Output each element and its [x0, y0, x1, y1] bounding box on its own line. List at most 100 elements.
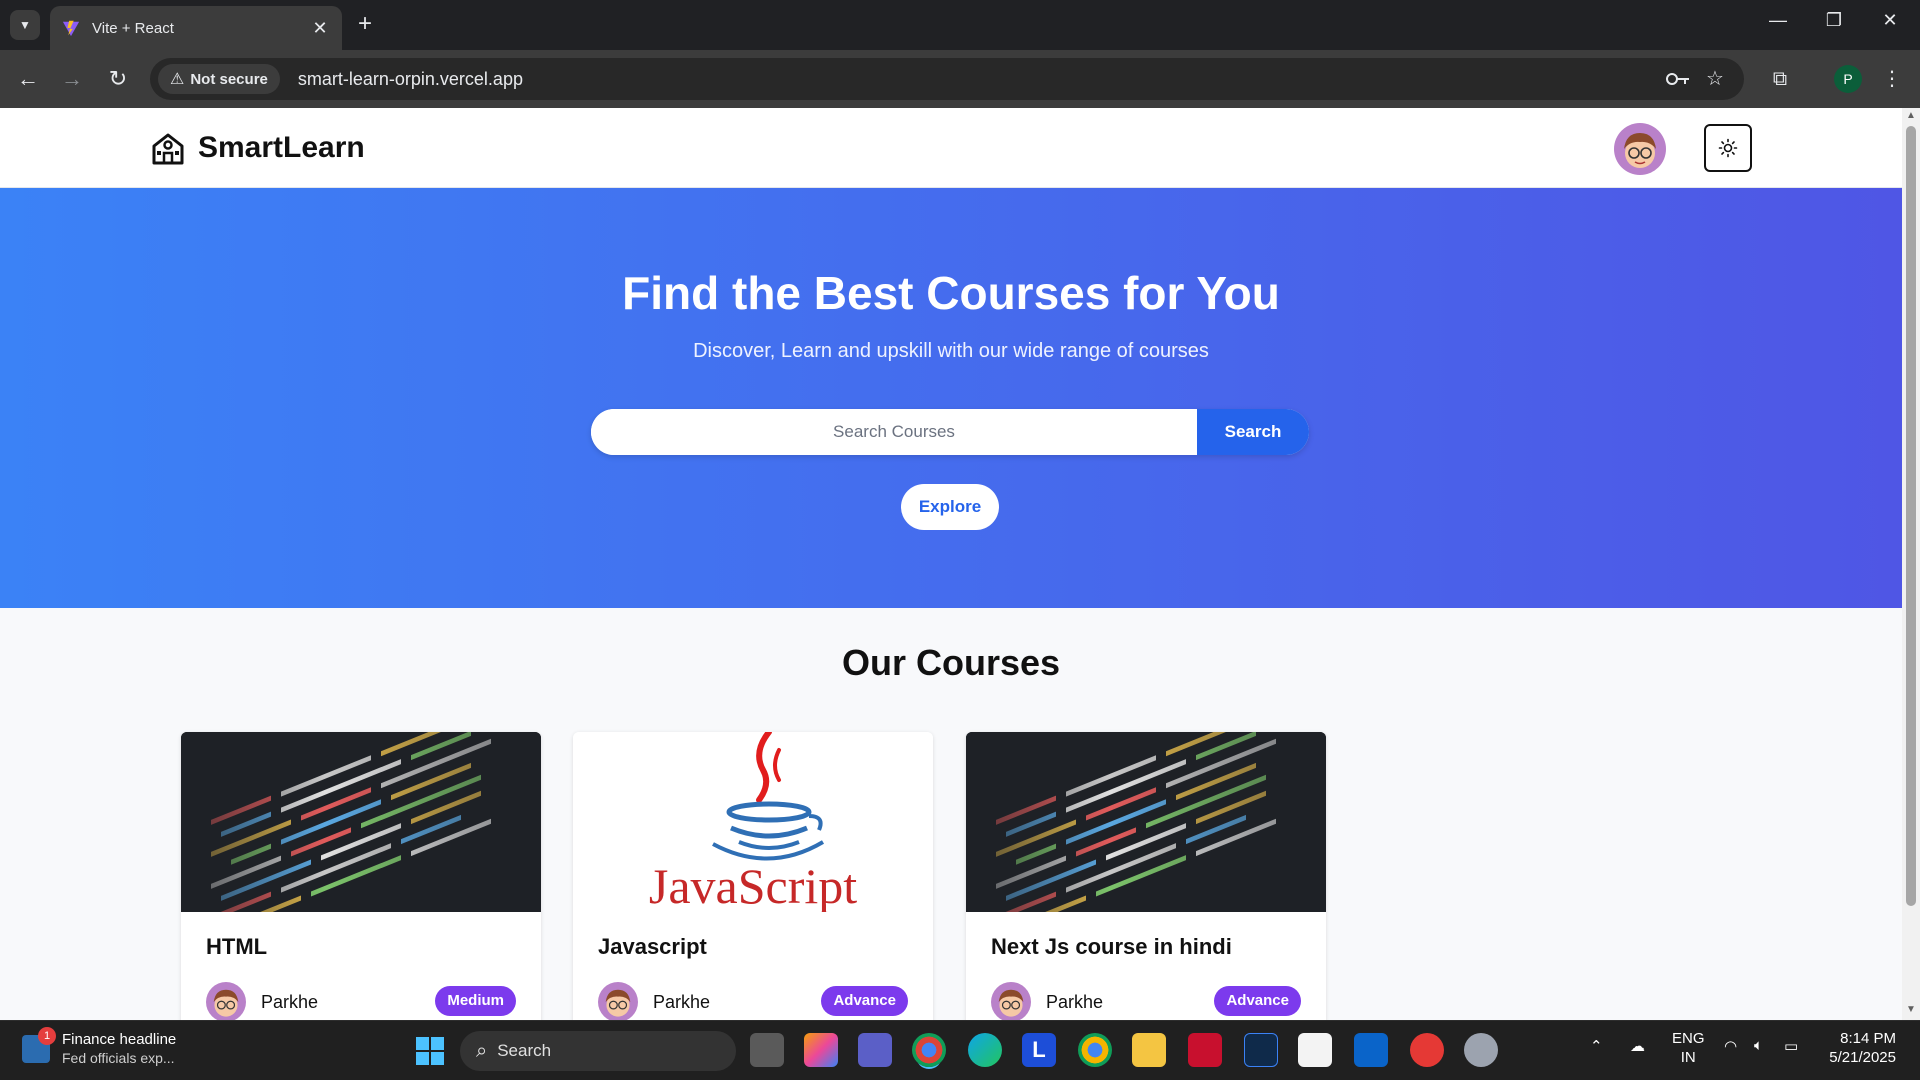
site-info-chip[interactable]: ⚠ Not secure [158, 64, 280, 94]
course-thumbnail [966, 732, 1326, 912]
course-card[interactable]: JavaScript Javascript Parkhe Advance [573, 732, 933, 1020]
course-card[interactable]: HTML Parkhe Medium [181, 732, 541, 1020]
course-title: Javascript [598, 934, 707, 959]
wifi-icon[interactable]: ◠ [1724, 1037, 1737, 1055]
edge-icon[interactable] [968, 1033, 1002, 1067]
hero-section: Find the Best Courses for You Discover, … [0, 188, 1902, 608]
settings-gear-icon[interactable] [1464, 1033, 1498, 1067]
news-icon: 1 [22, 1026, 56, 1063]
theme-toggle-button[interactable] [1704, 124, 1752, 172]
chevron-up-icon[interactable]: ⌃ [1590, 1037, 1603, 1055]
scroll-up-icon[interactable]: ▲ [1906, 110, 1916, 121]
language-code: ENG [1672, 1030, 1705, 1047]
author-avatar [598, 982, 638, 1020]
warning-triangle-icon: ⚠ [170, 71, 185, 88]
reload-icon[interactable]: ↻ [102, 63, 134, 95]
course-card[interactable]: Next Js course in hindi Parkhe Advance [966, 732, 1326, 1020]
task-view-icon[interactable] [750, 1033, 784, 1067]
explore-button[interactable]: Explore [901, 484, 999, 530]
school-building-icon [152, 133, 184, 165]
course-search-bar: Search [591, 409, 1309, 455]
battery-icon[interactable]: ▭ [1784, 1037, 1798, 1055]
code-screen-image [181, 732, 541, 912]
scrollbar-thumb[interactable] [1906, 126, 1916, 906]
taskbar-search[interactable]: ⌕ Search [460, 1031, 736, 1071]
vite-favicon-icon [62, 20, 80, 37]
mcafee-icon[interactable] [1188, 1033, 1222, 1067]
language-indicator[interactable]: ENG IN [1672, 1029, 1705, 1067]
site-header: SmartLearn [0, 108, 1902, 188]
more-menu-icon[interactable]: ⋮ [1876, 63, 1908, 95]
tab-title: Vite + React [92, 19, 174, 37]
file-explorer-icon[interactable] [1132, 1033, 1166, 1067]
sun-icon [1718, 138, 1738, 158]
chrome-icon[interactable] [1078, 1033, 1112, 1067]
tab-close-icon[interactable]: ✕ [310, 18, 330, 39]
news-widget[interactable]: 1 Finance headline Fed officials exp... [22, 1026, 177, 1066]
level-badge: Advance [1214, 986, 1301, 1016]
back-arrow-icon[interactable]: ← [12, 63, 44, 95]
tab-search-button[interactable]: ▼ [10, 10, 40, 40]
page-scrollbar[interactable]: ▲ ▼ [1902, 108, 1920, 1020]
hero-title: Find the Best Courses for You [622, 267, 1280, 319]
browser-toolbar: ← → ↻ ⚠ Not secure smart-learn-orpin.ver… [0, 50, 1920, 108]
vpn-icon[interactable] [1244, 1033, 1278, 1067]
search-input[interactable] [591, 409, 1197, 455]
taskbar: 1 Finance headline Fed officials exp... … [0, 1020, 1920, 1080]
extensions-puzzle-icon[interactable]: ⧉ [1764, 63, 1796, 95]
notification-badge: 1 [38, 1026, 56, 1045]
page-viewport: SmartLearn Find the Best Courses for You… [0, 108, 1902, 1020]
course-author: Parkhe [653, 992, 711, 1012]
address-bar[interactable]: ⚠ Not secure smart-learn-orpin.vercel.ap… [150, 58, 1744, 100]
wps-office-icon[interactable] [1410, 1033, 1444, 1067]
courses-section-title: Our Courses [841, 642, 1061, 683]
clock[interactable]: 8:14 PM 5/21/2025 [1826, 1029, 1896, 1067]
volume-icon[interactable]: 🔈︎ [1754, 1037, 1763, 1054]
security-label: Not secure [190, 70, 268, 88]
window-close-icon[interactable]: ✕ [1870, 10, 1910, 31]
code-screen-image [966, 732, 1326, 912]
brand-name: SmartLearn [198, 131, 365, 164]
browser-tab[interactable]: Vite + React ✕ [50, 6, 342, 50]
course-thumbnail [181, 732, 541, 912]
level-badge: Medium [435, 986, 516, 1016]
level-badge: Advance [821, 986, 908, 1016]
windows-start-icon[interactable] [416, 1037, 444, 1065]
course-thumbnail: JavaScript [573, 732, 933, 912]
onedrive-cloud-icon[interactable]: ☁ [1630, 1037, 1645, 1055]
copilot-icon[interactable] [804, 1033, 838, 1067]
search-button[interactable]: Search [1197, 409, 1309, 455]
minimize-icon[interactable]: — [1758, 10, 1798, 31]
author-avatar [991, 982, 1031, 1020]
search-icon: ⌕ [476, 1039, 488, 1062]
course-author: Parkhe [1046, 992, 1104, 1012]
l-app-icon[interactable]: L [1022, 1033, 1056, 1067]
forward-arrow-icon[interactable]: → [56, 63, 88, 95]
teams-icon[interactable] [858, 1033, 892, 1067]
region-code: IN [1680, 1049, 1696, 1066]
course-author: Parkhe [261, 992, 319, 1012]
news-snippet: Fed officials exp... [62, 1050, 175, 1066]
browser-tab-bar: ▼ Vite + React ✕ + — ❐ ✕ [0, 0, 1920, 50]
bookmark-star-icon[interactable]: ☆ [1706, 66, 1724, 91]
user-avatar[interactable] [1614, 123, 1666, 175]
javascript-wordmark: JavaScript [648, 858, 858, 912]
course-title: Next Js course in hindi [991, 934, 1232, 959]
clock-date: 5/21/2025 [1829, 1049, 1896, 1066]
scroll-down-icon[interactable]: ▼ [1906, 1004, 1916, 1015]
brand-logo[interactable]: SmartLearn [150, 130, 365, 166]
news-headline: Finance headline [62, 1031, 177, 1048]
chevron-down-icon: ▼ [19, 18, 31, 32]
url-text[interactable]: smart-learn-orpin.vercel.app [298, 69, 523, 90]
taskbar-search-label: Search [497, 1041, 552, 1060]
restore-icon[interactable]: ❐ [1814, 10, 1854, 31]
course-title: HTML [206, 934, 268, 959]
password-key-icon[interactable] [1666, 70, 1690, 88]
outlook-icon[interactable] [1354, 1033, 1388, 1067]
profile-avatar[interactable]: P [1834, 65, 1862, 93]
new-tab-button[interactable]: + [352, 12, 378, 38]
ms-store-icon[interactable] [1298, 1033, 1332, 1067]
clock-time: 8:14 PM [1840, 1030, 1896, 1047]
chrome-active-icon[interactable] [912, 1033, 946, 1067]
hero-subtitle: Discover, Learn and upskill with our wid… [693, 340, 1209, 362]
